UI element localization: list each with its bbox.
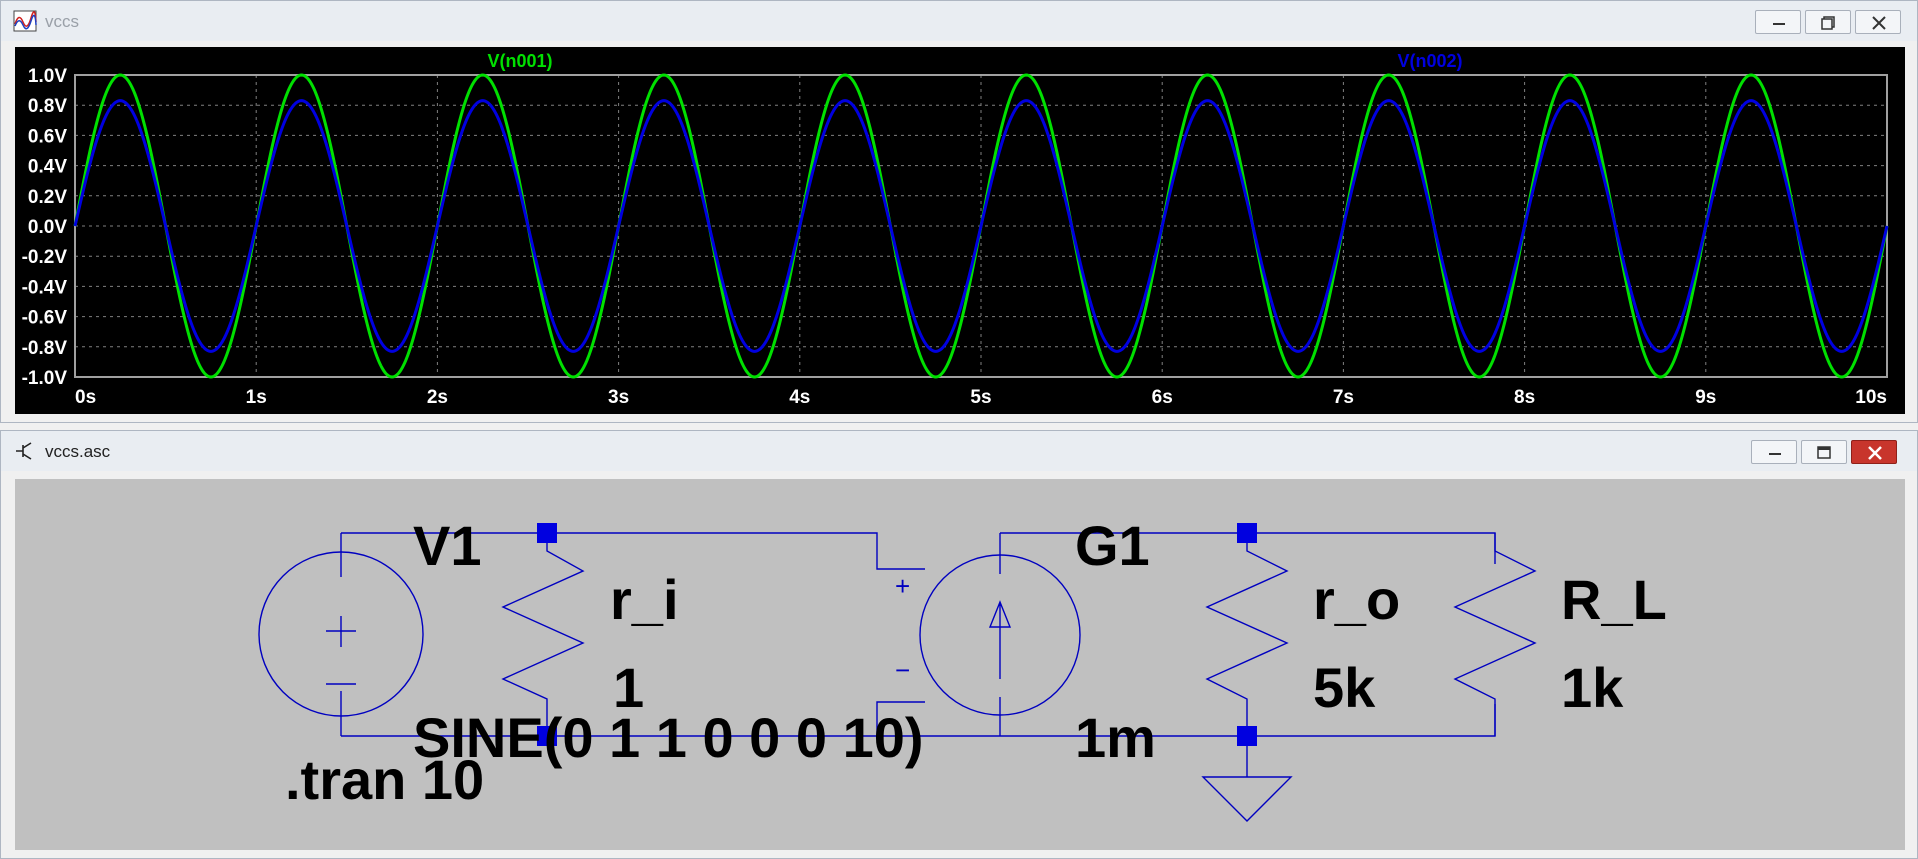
x-tick-label: 8s (1514, 387, 1535, 408)
g1-plus-sign: + (895, 571, 910, 601)
node-n001[interactable] (537, 523, 557, 543)
ri-name[interactable]: r_i (610, 568, 679, 631)
node-n002[interactable] (1237, 523, 1257, 543)
schematic-drawing[interactable]: + − V1 r_i 1 SINE(0 1 1 0 0 0 10) .tran … (15, 479, 1905, 850)
y-tick-label: 0.8V (28, 96, 67, 117)
waveform-icon (13, 10, 37, 32)
ro-value[interactable]: 5k (1313, 656, 1376, 719)
x-tick-label: 10s (1855, 387, 1887, 408)
maximize-icon (1821, 16, 1835, 30)
y-tick-label: -1.0V (22, 368, 68, 389)
resistor-r-o[interactable] (1205, 533, 1289, 736)
maximize-icon (1817, 446, 1831, 459)
y-tick-label: -0.6V (22, 308, 68, 329)
plot-window-title: vccs (45, 12, 79, 31)
y-tick-label: 0.0V (28, 217, 67, 238)
x-tick-label: 6s (1152, 387, 1173, 408)
transistor-icon (16, 442, 32, 460)
node-output-ground[interactable] (1237, 726, 1257, 746)
legend-label[interactable]: V(n002) (1397, 51, 1462, 71)
ground-symbol[interactable] (1201, 776, 1293, 822)
rl-value[interactable]: 1k (1561, 656, 1624, 719)
y-tick-label: 1.0V (28, 66, 67, 87)
x-tick-label: 4s (789, 387, 810, 408)
maximize-button[interactable] (1805, 10, 1851, 34)
schematic-window[interactable]: vccs.asc + − V1 r_i 1 SINE(0 1 1 0 0 0 1… (0, 430, 1918, 859)
legend-label[interactable]: V(n001) (487, 51, 552, 71)
x-tick-label: 2s (427, 387, 448, 408)
schematic-window-title: vccs.asc (45, 442, 111, 461)
minimize-button[interactable] (1755, 10, 1801, 34)
waveform-chart[interactable]: 0s 1s 2s 3s 4s 5s 6s 7s 8s 9s 10s 1.0V 0.8V 0.6V 0.4V 0… (15, 47, 1905, 414)
ro-name[interactable]: r_o (1313, 568, 1400, 631)
plot-window[interactable]: vccs 0s 1s 2s 3s 4s 5s 6s 7s 8s 9s 10s 1.0V 0.8V 0.6V… (0, 0, 1918, 423)
y-tick-label: -0.4V (22, 277, 68, 298)
v1-name[interactable]: V1 (413, 514, 482, 577)
y-tick-label: 0.6V (28, 126, 67, 147)
close-icon (1872, 16, 1886, 30)
y-tick-label: 0.4V (28, 157, 67, 178)
waveform-plot-pane[interactable]: 0s 1s 2s 3s 4s 5s 6s 7s 8s 9s 10s 1.0V 0.8V 0.6V 0.4V 0… (15, 47, 1905, 414)
minimize-icon (1773, 23, 1785, 25)
x-tick-label: 1s (246, 387, 267, 408)
directive-tran[interactable]: .tran 10 (285, 748, 484, 811)
y-tick-label: 0.2V (28, 187, 67, 208)
rl-name[interactable]: R_L (1561, 568, 1667, 631)
minimize-icon (1769, 453, 1781, 455)
y-tick-label: -0.2V (22, 247, 68, 268)
close-button[interactable] (1855, 10, 1901, 34)
v1-value[interactable]: SINE(0 1 1 0 0 0 10) (413, 706, 924, 769)
close-icon (1868, 446, 1882, 460)
x-tick-label: 5s (970, 387, 991, 408)
g1-value[interactable]: 1m (1075, 706, 1156, 769)
close-button[interactable] (1851, 440, 1897, 464)
x-tick-label: 3s (608, 387, 629, 408)
maximize-button[interactable] (1801, 440, 1847, 464)
schematic-canvas[interactable]: + − V1 r_i 1 SINE(0 1 1 0 0 0 10) .tran … (15, 479, 1905, 850)
x-tick-label: 0s (75, 387, 96, 408)
schematic-window-titlebar[interactable]: vccs.asc (1, 431, 1917, 471)
g1-minus-sign: − (895, 655, 910, 685)
x-tick-label: 9s (1695, 387, 1716, 408)
x-tick-label: 7s (1333, 387, 1354, 408)
plot-window-titlebar[interactable]: vccs (1, 1, 1917, 41)
y-tick-label: -0.8V (22, 338, 68, 359)
vccs-g1[interactable] (919, 554, 1081, 716)
g1-name[interactable]: G1 (1075, 514, 1150, 577)
minimize-button[interactable] (1751, 440, 1797, 464)
